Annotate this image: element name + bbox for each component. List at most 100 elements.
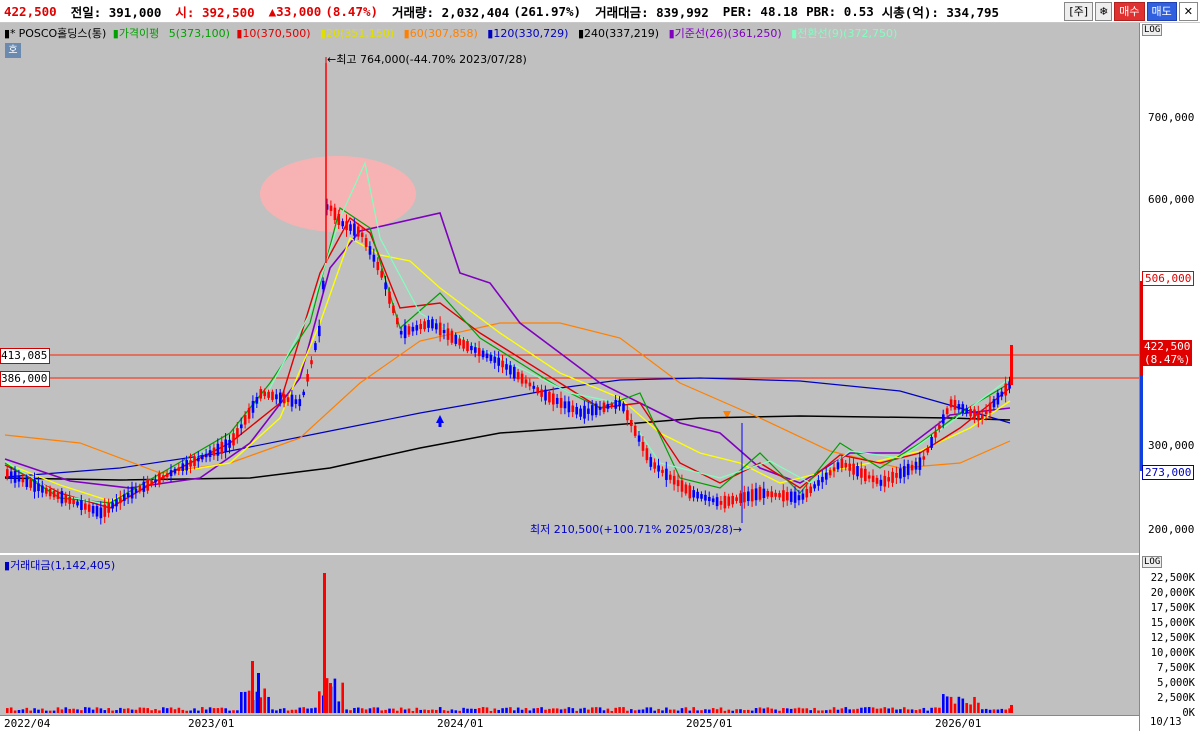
volume-bar[interactable] xyxy=(477,708,481,713)
volume-bar[interactable] xyxy=(454,710,458,713)
candle-body[interactable] xyxy=(945,408,949,415)
volume-bar[interactable] xyxy=(388,708,391,713)
candle-body[interactable] xyxy=(80,500,83,510)
volume-bar[interactable] xyxy=(6,708,9,713)
volume-bar[interactable] xyxy=(797,707,801,713)
candle-body[interactable] xyxy=(236,428,239,438)
candle-body[interactable] xyxy=(825,472,828,480)
volume-bar-3[interactable] xyxy=(257,673,260,713)
candle-body[interactable] xyxy=(403,325,407,339)
candle-body[interactable] xyxy=(949,399,953,408)
candle-body[interactable] xyxy=(867,475,871,479)
volume-bar[interactable] xyxy=(275,710,278,713)
candle-body[interactable] xyxy=(536,387,539,394)
candle-body[interactable] xyxy=(388,291,391,304)
volume-bar[interactable] xyxy=(700,710,703,713)
volume-bar[interactable] xyxy=(973,696,976,713)
volume-bar[interactable] xyxy=(743,710,746,713)
candle-body[interactable] xyxy=(158,473,161,485)
candle-body[interactable] xyxy=(450,330,454,343)
candle-body[interactable] xyxy=(731,495,734,505)
volume-bar[interactable] xyxy=(680,708,684,713)
volume-bar[interactable] xyxy=(357,707,360,713)
candle-body[interactable] xyxy=(60,491,64,504)
candle-body[interactable] xyxy=(353,223,356,236)
volume-bar[interactable] xyxy=(926,710,929,713)
volume-bar[interactable] xyxy=(212,708,216,713)
volume-bar[interactable] xyxy=(325,678,329,713)
volume-bar[interactable] xyxy=(419,709,422,713)
candle-body[interactable] xyxy=(579,408,582,417)
volume-bar[interactable] xyxy=(653,710,656,713)
candle-body[interactable] xyxy=(224,439,227,453)
candle-body[interactable] xyxy=(871,475,875,483)
volume-bar[interactable] xyxy=(72,708,75,713)
candle-body[interactable] xyxy=(345,221,348,231)
volume-bar[interactable] xyxy=(236,710,239,713)
volume-bar[interactable] xyxy=(606,708,610,713)
volume-bar[interactable] xyxy=(906,709,910,713)
volume-bar[interactable] xyxy=(193,708,196,713)
candle-body[interactable] xyxy=(899,468,902,479)
volume-bar[interactable] xyxy=(341,682,344,713)
volume-bar[interactable] xyxy=(119,707,122,713)
candle-body[interactable] xyxy=(29,479,32,488)
volume-bar[interactable] xyxy=(126,708,130,713)
candle-body[interactable] xyxy=(813,484,816,489)
candle-body[interactable] xyxy=(99,507,103,519)
legend-ma60[interactable]: ▮60(307,858) xyxy=(404,27,481,40)
volume-bar[interactable] xyxy=(750,710,754,713)
candle-body[interactable] xyxy=(665,468,668,480)
volume-bar[interactable] xyxy=(228,710,231,713)
log-scale-tag[interactable]: LOG xyxy=(1142,24,1163,36)
candle-body[interactable] xyxy=(984,410,988,415)
candle-body[interactable] xyxy=(875,477,879,484)
candle-body[interactable] xyxy=(860,468,863,478)
volume-bar[interactable] xyxy=(610,710,614,713)
candle-body[interactable] xyxy=(524,379,528,384)
volume-bar[interactable] xyxy=(442,710,446,713)
candle-body[interactable] xyxy=(189,460,192,467)
volume-bar[interactable] xyxy=(696,710,699,713)
volume-bar[interactable] xyxy=(310,708,313,713)
volume-bar[interactable] xyxy=(466,708,469,713)
candle-body[interactable] xyxy=(107,503,110,513)
volume-bar[interactable] xyxy=(403,709,407,713)
candle-body[interactable] xyxy=(415,325,419,331)
candle-body[interactable] xyxy=(17,475,21,482)
volume-bar[interactable] xyxy=(185,710,188,713)
volume-bar[interactable] xyxy=(602,710,606,713)
volume-chart-canvas[interactable] xyxy=(0,555,1139,715)
candle-body[interactable] xyxy=(559,397,563,408)
price-chart-panel[interactable]: ▮* POSCO홀딩스(통) ▮가격이평 5(373,100) ▮10(370,5… xyxy=(0,23,1139,553)
candle-body[interactable] xyxy=(840,458,844,469)
candle-body[interactable] xyxy=(407,326,411,335)
volume-bar[interactable] xyxy=(672,709,676,713)
candle-body[interactable] xyxy=(594,403,598,415)
volume-bar[interactable] xyxy=(103,710,107,713)
candle-body[interactable] xyxy=(977,412,980,421)
volume-bar[interactable] xyxy=(832,707,836,713)
candle-body[interactable] xyxy=(501,360,504,368)
volume-bar[interactable] xyxy=(142,707,146,713)
volume-bar[interactable] xyxy=(29,710,32,713)
legend-ma20[interactable]: ▮20(351,150) xyxy=(320,27,397,40)
volume-bar[interactable] xyxy=(95,707,99,713)
candle-body[interactable] xyxy=(411,326,415,332)
volume-bar[interactable] xyxy=(844,707,848,713)
volume-bar[interactable] xyxy=(220,707,224,713)
candle-body[interactable] xyxy=(474,347,477,353)
volume-bar[interactable] xyxy=(290,709,294,713)
volume-bar[interactable] xyxy=(302,707,305,713)
volume-bar[interactable] xyxy=(282,708,286,713)
volume-bar[interactable] xyxy=(294,709,298,713)
candle-body[interactable] xyxy=(228,439,231,448)
candle-body[interactable] xyxy=(914,461,918,470)
volume-bar[interactable] xyxy=(318,691,321,713)
candle-body[interactable] xyxy=(805,488,809,498)
candle-body[interactable] xyxy=(95,506,99,517)
volume-bar[interactable] xyxy=(587,709,590,713)
candle-body[interactable] xyxy=(555,397,559,404)
volume-bar[interactable] xyxy=(423,709,426,713)
candle-body[interactable] xyxy=(622,403,625,412)
